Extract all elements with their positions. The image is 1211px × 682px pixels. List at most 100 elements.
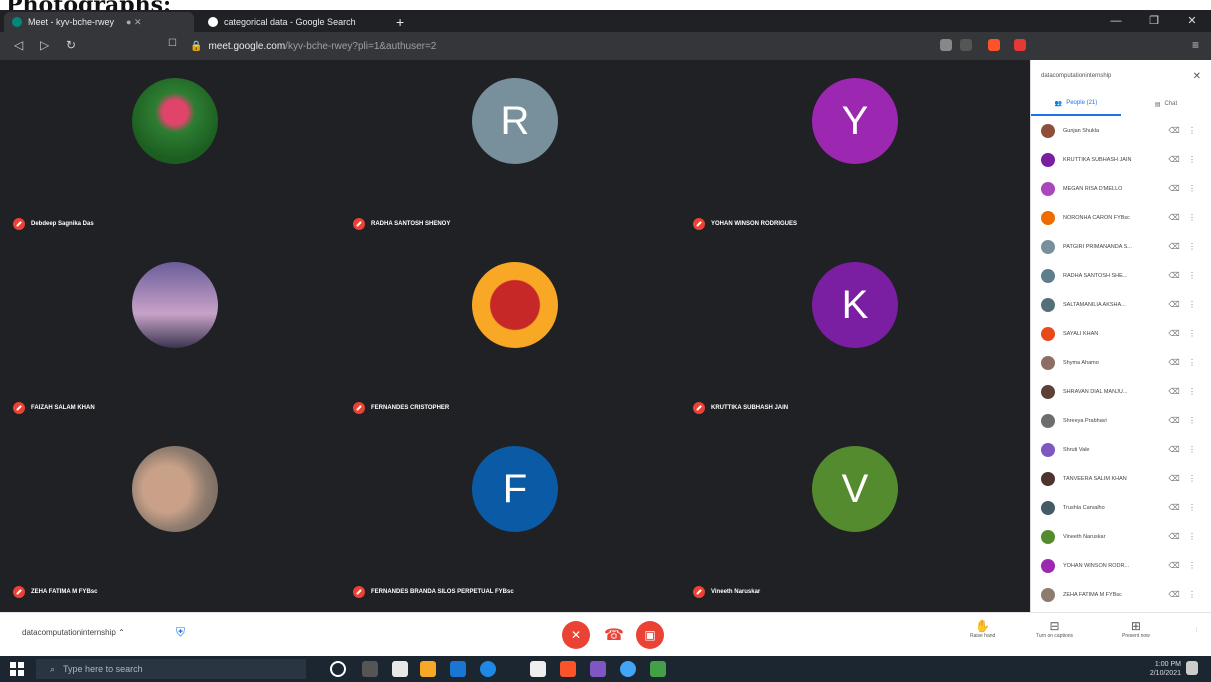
more-options-icon[interactable]: ⋮	[1194, 627, 1199, 633]
brave-icon[interactable]	[560, 661, 576, 677]
mic-muted-icon[interactable]: ⌫	[1165, 213, 1183, 222]
mic-muted-icon[interactable]: ⌫	[1165, 300, 1183, 309]
windows-start-icon[interactable]	[10, 662, 24, 676]
more-options-icon[interactable]: ⋮	[1183, 126, 1201, 135]
more-options-icon[interactable]: ⋮	[1183, 474, 1201, 483]
more-options-icon[interactable]: ⋮	[1183, 184, 1201, 193]
brave-shield-icon[interactable]	[988, 39, 1000, 51]
captions-button[interactable]: ⊟ Turn on captions	[1036, 619, 1073, 639]
more-options-icon[interactable]: ⋮	[1183, 416, 1201, 425]
participant-list-item[interactable]: Shreeya Prabhavi ⌫ ⋮	[1031, 406, 1211, 435]
participant-tile[interactable]: FERNANDES CRISTOPHER	[345, 244, 685, 428]
minimize-icon[interactable]: —	[1097, 10, 1135, 32]
participant-list-item[interactable]: RADHA SANTOSH SHE... ⌫ ⋮	[1031, 261, 1211, 290]
participant-tile[interactable]: ZEHA FATIMA M FYBsc	[5, 428, 345, 612]
participant-list-item[interactable]: TANVEERA SALIM KHAN ⌫ ⋮	[1031, 464, 1211, 493]
participant-list-item[interactable]: NORONHA CARON FYBsc ⌫ ⋮	[1031, 203, 1211, 232]
more-options-icon[interactable]: ⋮	[1183, 155, 1201, 164]
more-options-icon[interactable]: ⋮	[1183, 561, 1201, 570]
mic-muted-icon[interactable]: ⌫	[1165, 503, 1183, 512]
participant-list-item[interactable]: Vineeth Naruskar ⌫ ⋮	[1031, 522, 1211, 551]
mic-muted-icon[interactable]: ⌫	[1165, 184, 1183, 193]
participant-list-item[interactable]: ZEHA FATIMA M FYBsc ⌫ ⋮	[1031, 580, 1211, 609]
mic-muted-icon[interactable]: ⌫	[1165, 271, 1183, 280]
brave-rewards-icon[interactable]	[1014, 39, 1026, 51]
participant-list-item[interactable]: KRUTTIKA SUBHASH JAIN ⌫ ⋮	[1031, 145, 1211, 174]
maximize-icon[interactable]: ❐	[1135, 10, 1173, 32]
edge-icon[interactable]	[480, 661, 496, 677]
bookmark-icon[interactable]: ☐	[168, 38, 177, 49]
participant-tile[interactable]: V Vineeth Naruskar	[685, 428, 1025, 612]
participant-list-item[interactable]: MEGAN RISA D'MELLO ⌫ ⋮	[1031, 174, 1211, 203]
mail-icon[interactable]	[450, 661, 466, 677]
participant-list-item[interactable]: SALTAMANILIA AKSHA... ⌫ ⋮	[1031, 290, 1211, 319]
app-icon[interactable]	[530, 661, 546, 677]
tab-people[interactable]: 👥 People (21)	[1031, 92, 1121, 116]
notifications-icon[interactable]	[1186, 661, 1198, 675]
new-tab-button[interactable]: +	[388, 12, 412, 32]
mic-muted-icon[interactable]: ⌫	[1165, 561, 1183, 570]
back-icon[interactable]: ◁	[14, 38, 23, 52]
more-options-icon[interactable]: ⋮	[1183, 503, 1201, 512]
participant-tile[interactable]: FAIZAH SALAM KHAN	[5, 244, 345, 428]
participant-tile[interactable]: K KRUTTIKA SUBHASH JAIN	[685, 244, 1025, 428]
participant-tile[interactable]: Debdeep Sagnika Das	[5, 60, 345, 244]
more-options-icon[interactable]: ⋮	[1183, 590, 1201, 599]
participant-tile[interactable]: F FERNANDES BRANDA SILOS PERPETUAL FYBsc	[345, 428, 685, 612]
mic-muted-icon[interactable]: ⌫	[1165, 387, 1183, 396]
participant-list-item[interactable]: SAYALI KHAN ⌫ ⋮	[1031, 319, 1211, 348]
participant-list-item[interactable]: Trushla Carvalho ⌫ ⋮	[1031, 493, 1211, 522]
address-bar[interactable]: 🔒 meet.google.com /kyv-bche-rwey?pli=1&a…	[190, 36, 1030, 56]
camera-icon[interactable]	[940, 39, 952, 51]
mic-muted-icon[interactable]: ⌫	[1165, 532, 1183, 541]
mic-muted-icon[interactable]: ⌫	[1165, 445, 1183, 454]
meeting-details-button[interactable]: datacomputationinternship ⌃	[22, 628, 125, 637]
participant-list-item[interactable]: PATGIRI PRIMANANDA S... ⌫ ⋮	[1031, 232, 1211, 261]
more-options-icon[interactable]: ⋮	[1183, 358, 1201, 367]
mic-muted-icon[interactable]: ⌫	[1165, 590, 1183, 599]
mic-muted-icon[interactable]: ⌫	[1165, 474, 1183, 483]
close-tab-icon[interactable]: ● ✕	[126, 17, 141, 28]
mic-muted-icon[interactable]: ⌫	[1165, 358, 1183, 367]
mic-muted-icon[interactable]: ⌫	[1165, 155, 1183, 164]
present-button[interactable]: ⊞ Present now	[1122, 619, 1150, 639]
participant-list-item[interactable]: Shruti Vale ⌫ ⋮	[1031, 435, 1211, 464]
more-options-icon[interactable]: ⋮	[1183, 532, 1201, 541]
visual-studio-icon[interactable]	[590, 661, 606, 677]
participant-list-item[interactable]: Gunjan Shukla ⌫ ⋮	[1031, 116, 1211, 145]
more-options-icon[interactable]: ⋮	[1183, 300, 1201, 309]
menu-icon[interactable]: ≡	[1192, 38, 1199, 52]
mic-off-button[interactable]: ✕	[562, 621, 590, 649]
cortana-icon[interactable]	[330, 661, 346, 677]
more-options-icon[interactable]: ⋮	[1183, 329, 1201, 338]
camera-off-button[interactable]: ▣	[636, 621, 664, 649]
reload-icon[interactable]: ↻	[66, 38, 76, 52]
taskbar-search-input[interactable]: ⌕ Type here to search	[36, 659, 306, 679]
store-icon[interactable]	[392, 661, 408, 677]
forward-icon[interactable]: ▷	[40, 38, 49, 52]
mic-muted-icon[interactable]: ⌫	[1165, 329, 1183, 338]
more-options-icon[interactable]: ⋮	[1183, 242, 1201, 251]
tab-google-search[interactable]: categorical data - Google Search	[200, 12, 380, 32]
mic-muted-icon[interactable]: ⌫	[1165, 416, 1183, 425]
excel-icon[interactable]	[650, 661, 666, 677]
file-explorer-icon[interactable]	[420, 661, 436, 677]
close-window-icon[interactable]: ✕	[1173, 10, 1211, 32]
more-options-icon[interactable]: ⋮	[1183, 445, 1201, 454]
raise-hand-button[interactable]: ✋ Raise hand	[970, 619, 995, 639]
participant-list-item[interactable]: SHRAVAN DIAL MANJU... ⌫ ⋮	[1031, 377, 1211, 406]
mic-muted-icon[interactable]: ⌫	[1165, 242, 1183, 251]
host-controls-icon[interactable]: ⛨	[176, 625, 185, 640]
more-options-icon[interactable]: ⋮	[1183, 271, 1201, 280]
close-panel-icon[interactable]: ✕	[1193, 71, 1201, 82]
participant-list-item[interactable]: Shyma Ahamo ⌫ ⋮	[1031, 348, 1211, 377]
task-view-icon[interactable]	[362, 661, 378, 677]
participant-list-item[interactable]: YOHAN WINSON RODR... ⌫ ⋮	[1031, 551, 1211, 580]
participant-tile[interactable]: Y YOHAN WINSON RODRIGUES	[685, 60, 1025, 244]
app-icon[interactable]	[620, 661, 636, 677]
tab-chat[interactable]: ▤ Chat	[1121, 92, 1211, 116]
leave-call-button[interactable]: ☎	[600, 621, 628, 649]
more-options-icon[interactable]: ⋮	[1183, 387, 1201, 396]
participant-tile[interactable]: R RADHA SANTOSH SHENOY	[345, 60, 685, 244]
tab-meet[interactable]: Meet - kyv-bche-rwey ● ✕	[4, 12, 194, 32]
